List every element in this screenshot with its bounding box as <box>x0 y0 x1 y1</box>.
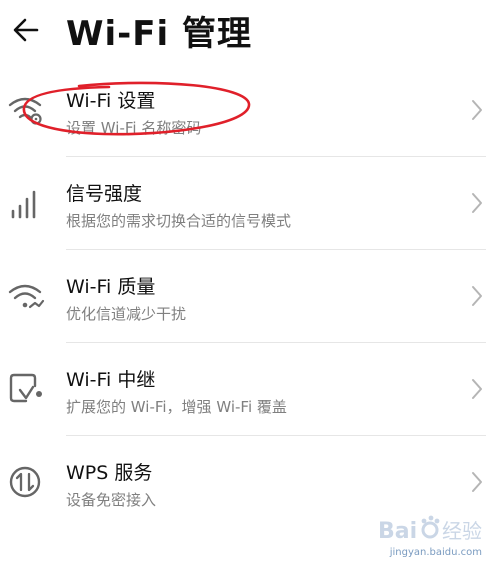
chevron-right-icon <box>472 193 482 213</box>
watermark-url: jingyan.baidu.com <box>389 547 482 558</box>
chevron-right-icon <box>472 286 482 306</box>
back-button[interactable] <box>6 10 46 50</box>
signal-bars-icon <box>11 190 36 219</box>
item-label: WPS 服务 <box>66 462 153 484</box>
wifi-settings-icon <box>8 97 42 125</box>
arrow-left-icon <box>13 18 39 42</box>
item-label: Wi-Fi 质量 <box>66 276 156 298</box>
chevron-right-icon <box>472 379 482 399</box>
list-item-signal-strength[interactable]: 信号强度 根据您的需求切换合适的信号模式 <box>0 157 500 250</box>
item-subtitle: 根据您的需求切换合适的信号模式 <box>66 212 292 230</box>
item-label: Wi-Fi 设置 <box>66 90 156 112</box>
item-subtitle: 设备免密接入 <box>66 491 157 509</box>
wifi-relay-icon <box>9 373 42 403</box>
settings-list: Wi-Fi 设置 设置 Wi-Fi 名称密码 信号强度 根据您的需求切换合适的信… <box>0 64 500 529</box>
item-label: Wi-Fi 中继 <box>66 369 156 391</box>
item-subtitle: 扩展您的 Wi-Fi，增强 Wi-Fi 覆盖 <box>66 398 287 416</box>
item-subtitle: 设置 Wi-Fi 名称密码 <box>66 119 202 137</box>
list-item-wifi-relay[interactable]: Wi-Fi 中继 扩展您的 Wi-Fi，增强 Wi-Fi 覆盖 <box>0 343 500 436</box>
chevron-right-icon <box>472 472 482 492</box>
list-item-wps-service[interactable]: WPS 服务 设备免密接入 <box>0 436 500 529</box>
chevron-right-icon <box>472 100 482 120</box>
list-item-wifi-quality[interactable]: Wi-Fi 质量 优化信道减少干扰 <box>0 250 500 343</box>
wps-icon <box>9 466 41 498</box>
wifi-quality-icon <box>8 284 45 309</box>
item-subtitle: 优化信道减少干扰 <box>66 305 187 323</box>
app-header: Wi-Fi 管理 <box>0 0 500 62</box>
item-label: 信号强度 <box>66 183 143 205</box>
page-title: Wi-Fi 管理 <box>66 14 252 54</box>
list-item-wifi-settings[interactable]: Wi-Fi 设置 设置 Wi-Fi 名称密码 <box>0 64 500 157</box>
